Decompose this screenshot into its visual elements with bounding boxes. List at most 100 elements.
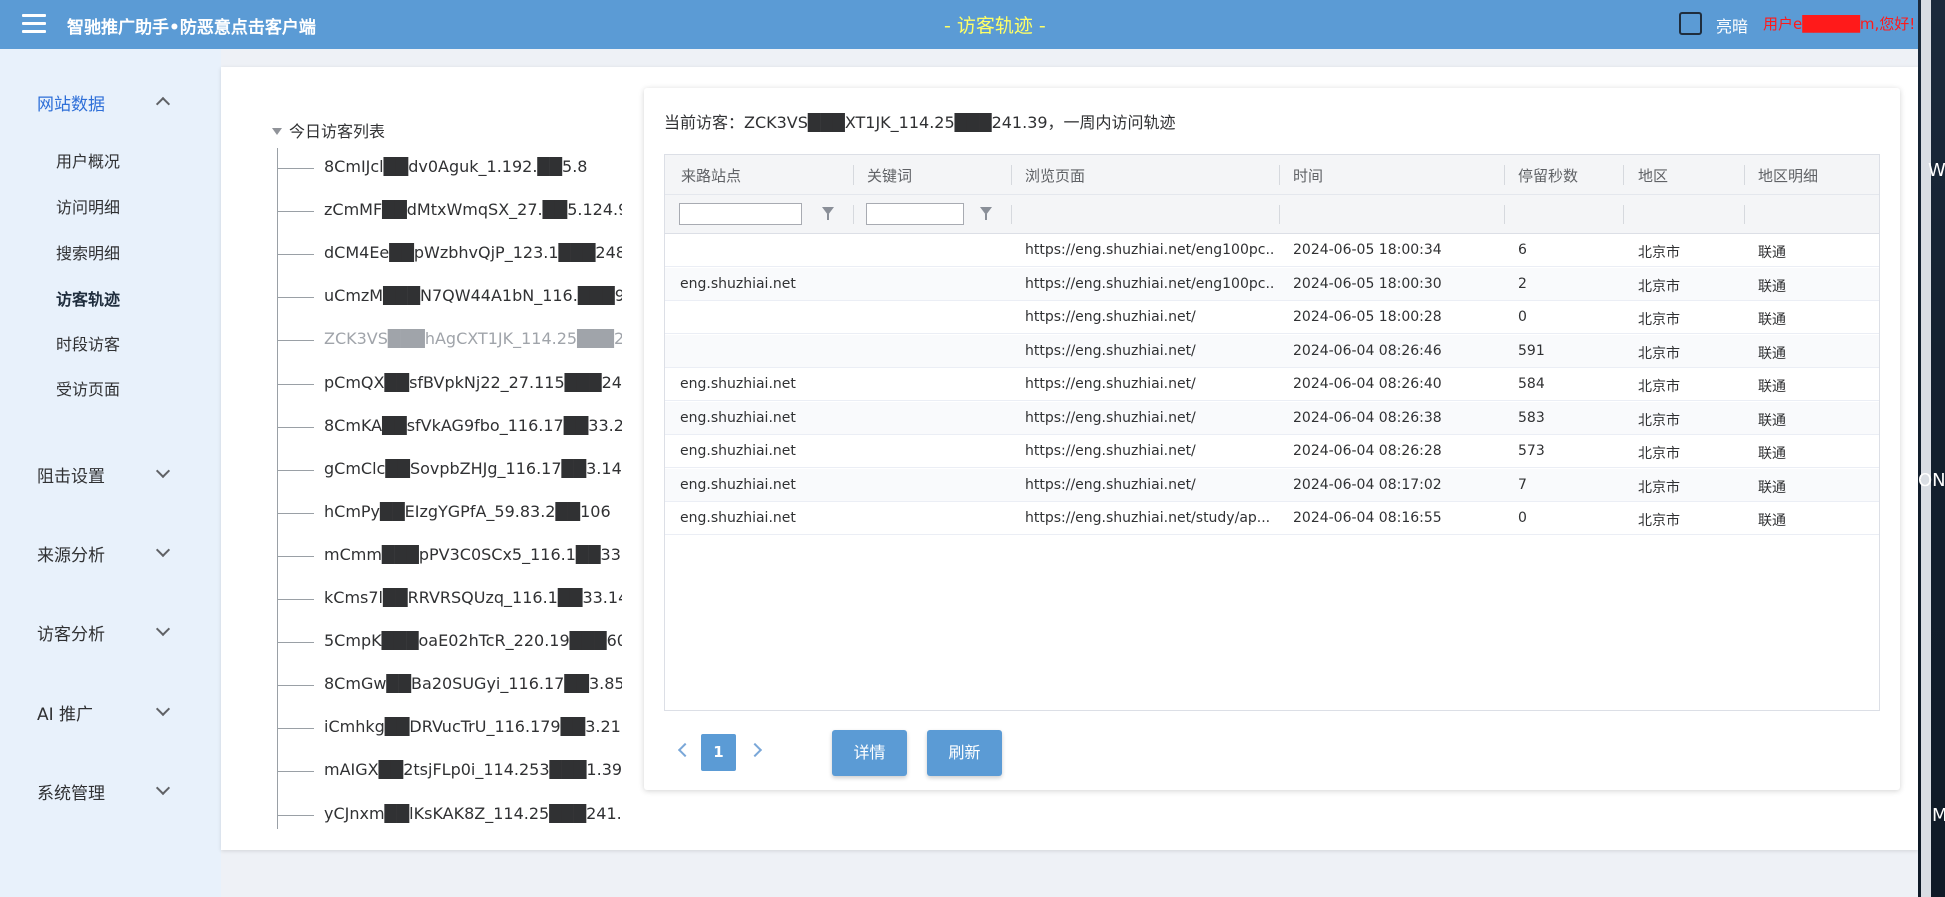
- tree-branch-line: [278, 426, 314, 428]
- theme-checkbox[interactable]: [1679, 12, 1702, 35]
- user-greeting: 用户e█████m,您好!: [1763, 15, 1916, 33]
- cell-time: 2024-06-04 08:26:40: [1293, 376, 1442, 392]
- nav-group-website-data[interactable]: 网站数据: [0, 84, 221, 115]
- tree-node-visitor[interactable]: kCms7l██RRVRSQUzq_116.1██33.142: [278, 588, 622, 610]
- nav-group-block-settings[interactable]: 阻击设置: [0, 456, 221, 487]
- table-row[interactable]: eng.shuzhiai.net https://eng.shuzhiai.net…: [665, 468, 1879, 502]
- cell-region-detail: 联通: [1758, 345, 1786, 362]
- tree-node-visitor[interactable]: iCmhkg██DRVucTrU_116.179██3.21: [278, 717, 622, 739]
- column-header-seconds[interactable]: 停留秒数: [1518, 165, 1578, 186]
- filter-icon[interactable]: [980, 207, 992, 220]
- chevron-down-icon: [155, 621, 171, 637]
- cell-time: 2024-06-05 18:00:34: [1293, 242, 1442, 258]
- table-header: 来路站点 关键词 浏览页面 时间 停留秒数 地区 地区明细: [665, 155, 1879, 195]
- cell-seconds: 0: [1518, 510, 1527, 526]
- table-row[interactable]: eng.shuzhiai.net https://eng.shuzhiai.net…: [665, 368, 1879, 401]
- column-divider[interactable]: [1504, 165, 1505, 185]
- tree-node-visitor[interactable]: yCJnxm██lKsKAK8Z_114.25███241.39: [278, 804, 622, 826]
- tree-node-visitor[interactable]: 5CmpK███oaE02hTcR_220.19███60.61: [278, 631, 622, 653]
- nav-item-visited-pages[interactable]: 受访页面: [56, 376, 120, 400]
- nav-group-label: 网站数据: [37, 95, 105, 115]
- tree-node-label: zCmMF██dMtxWmqSX_27.██5.124.96: [324, 200, 622, 220]
- tree-node-visitor[interactable]: zCmMF██dMtxWmqSX_27.██5.124.96: [278, 200, 622, 222]
- cell-seconds: 2: [1518, 275, 1527, 292]
- column-header-region-detail[interactable]: 地区明细: [1758, 165, 1818, 186]
- table-row[interactable]: eng.shuzhiai.net https://eng.shuzhiai.net…: [665, 267, 1879, 301]
- cell-region: 北京市: [1638, 278, 1680, 295]
- nav-group-system-management[interactable]: 系统管理: [0, 773, 221, 804]
- column-header-time[interactable]: 时间: [1293, 165, 1323, 186]
- nav-item-visitor-track[interactable]: 访客轨迹: [56, 286, 120, 310]
- tree-node-label: 5CmpK███oaE02hTcR_220.19███60.61: [324, 631, 622, 651]
- theme-label: 亮暗: [1716, 17, 1749, 36]
- filter-icon[interactable]: [822, 207, 834, 220]
- tree-node-visitor[interactable]: mAIGX██2tsjFLp0i_114.253███1.39: [278, 760, 622, 782]
- tree-node-visitor[interactable]: mCmm███pPV3C0SCx5_116.1██33.16: [278, 545, 622, 567]
- page-scrollbar[interactable]: [1921, 0, 1931, 897]
- cell-time: 2024-06-04 08:26:38: [1293, 409, 1442, 426]
- cell-seconds: 591: [1518, 342, 1545, 359]
- cell-source: eng.shuzhiai.net: [680, 409, 796, 426]
- column-divider[interactable]: [853, 165, 854, 185]
- cell-region: 北京市: [1638, 446, 1680, 462]
- column-header-region[interactable]: 地区: [1638, 165, 1668, 186]
- tree-node-label: gCmClc██SovpbZHJg_116.17██3.147: [324, 458, 622, 478]
- tree-node-label: hCmPy██EIzgYGPfA_59.83.2██106: [324, 501, 611, 521]
- column-divider[interactable]: [1011, 165, 1012, 185]
- tree-node-visitor[interactable]: pCmQX██sfBVpkNj22_27.115███24.33: [278, 373, 622, 395]
- tree-branch-line: [278, 728, 314, 730]
- tree-root-today-visitors[interactable]: 今日访客列表: [272, 118, 385, 142]
- tree-node-visitor[interactable]: uCmzM███N7QW44A1bN_116.███9.33.20: [278, 286, 622, 308]
- column-divider[interactable]: [1279, 165, 1280, 185]
- column-divider[interactable]: [1744, 165, 1745, 185]
- table-row[interactable]: eng.shuzhiai.net https://eng.shuzhiai.net…: [665, 435, 1879, 468]
- tree-node-label: iCmhkg██DRVucTrU_116.179██3.21: [324, 717, 621, 737]
- caret-down-icon: [272, 128, 282, 135]
- wallpaper-glyph: W: [1928, 160, 1945, 181]
- tree-node-visitor[interactable]: 8CmIJcl██dv0Aguk_1.192.██5.8: [278, 157, 622, 179]
- cell-page: https://eng.shuzhiai.net/: [1025, 376, 1196, 392]
- tree-node-label: 8CmIJcl██dv0Aguk_1.192.██5.8: [324, 157, 588, 176]
- tree-branch-line: [278, 599, 314, 600]
- nav-item-search-details[interactable]: 搜索明细: [56, 240, 120, 264]
- nav-item-visit-details[interactable]: 访问明细: [56, 194, 120, 218]
- source-filter-input[interactable]: [679, 203, 802, 225]
- cell-region: 北京市: [1638, 345, 1680, 362]
- nav-group-visitor-analysis[interactable]: 访客分析: [0, 614, 221, 645]
- details-button[interactable]: 详情: [832, 730, 907, 776]
- tree-node-visitor[interactable]: dCM4Ee██pWzbhvQjP_123.1███248.81: [278, 243, 622, 265]
- tree-node-visitor[interactable]: 8CmKA██sfVkAG9fbo_116.17██33.207: [278, 416, 622, 438]
- nav-group-ai-promotion[interactable]: AI 推广: [0, 694, 221, 725]
- nav-group-label: AI 推广: [37, 705, 94, 725]
- nav-group-source-analysis[interactable]: 来源分析: [0, 535, 221, 566]
- cell-page: https://eng.shuzhiai.net/: [1025, 443, 1196, 459]
- menu-icon[interactable]: [22, 14, 46, 34]
- column-header-page[interactable]: 浏览页面: [1025, 165, 1085, 186]
- cell-region: 北京市: [1638, 312, 1680, 328]
- column-header-source[interactable]: 来路站点: [681, 165, 741, 186]
- tree-node-visitor[interactable]: hCmPy██EIzgYGPfA_59.83.2██106: [278, 502, 622, 524]
- column-divider: [1011, 205, 1012, 224]
- tree-branch-line: [278, 340, 314, 342]
- column-divider[interactable]: [1623, 165, 1624, 185]
- chevron-down-icon: [155, 780, 171, 796]
- table-row[interactable]: https://eng.shuzhiai.net/2024-06-05 18:0…: [665, 301, 1879, 334]
- tree-node-visitor[interactable]: 8CmGw██Ba20SUGyi_116.17██3.85: [278, 674, 622, 696]
- tree-node-visitor[interactable]: ZCK3VS███hAgCXT1JK_114.25███241.39: [278, 329, 622, 351]
- table-row[interactable]: https://eng.shuzhiai.net/2024-06-04 08:2…: [665, 334, 1879, 368]
- nav-item-period-visitors[interactable]: 时段访客: [56, 331, 120, 355]
- cell-seconds: 7: [1518, 476, 1527, 493]
- refresh-button[interactable]: 刷新: [927, 730, 1002, 776]
- table-row[interactable]: eng.shuzhiai.net https://eng.shuzhiai.net…: [665, 401, 1879, 435]
- nav-item-user-overview[interactable]: 用户概况: [56, 148, 120, 172]
- tree-node-visitor[interactable]: gCmClc██SovpbZHJg_116.17██3.147: [278, 459, 622, 481]
- chevron-down-icon: [155, 701, 171, 717]
- keyword-filter-input[interactable]: [866, 203, 964, 225]
- table-row[interactable]: https://eng.shuzhiai.net/eng100pc... 2024…: [665, 234, 1879, 267]
- cell-seconds: 584: [1518, 376, 1545, 392]
- column-header-keyword[interactable]: 关键词: [867, 165, 912, 186]
- table-row[interactable]: eng.shuzhiai.net https://eng.shuzhiai.net…: [665, 502, 1879, 535]
- column-divider: [1744, 205, 1745, 224]
- cell-source: eng.shuzhiai.net: [680, 476, 796, 493]
- page-number-button[interactable]: 1: [701, 734, 736, 771]
